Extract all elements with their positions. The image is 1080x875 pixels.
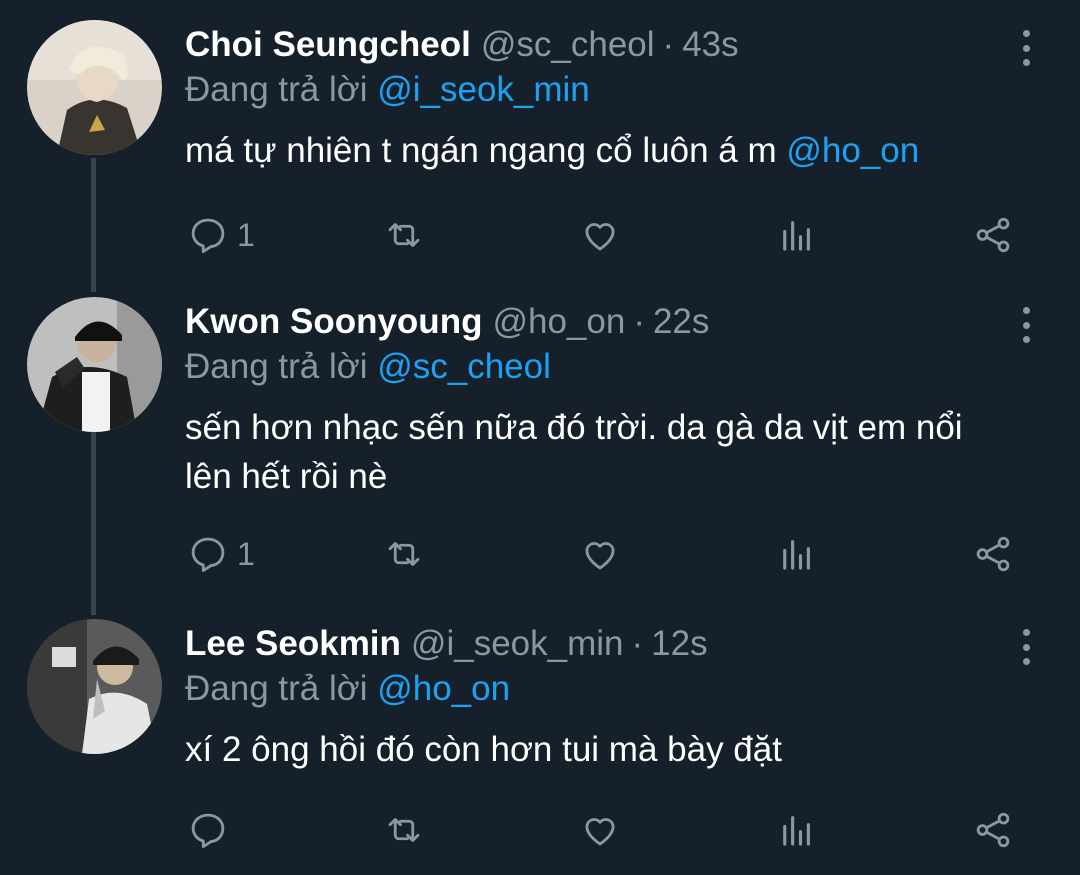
tweet-actions: 1	[0, 529, 1080, 579]
reply-icon	[191, 218, 225, 254]
reply-button[interactable]: 1	[187, 529, 255, 579]
reply-to-link[interactable]: @i_seok_min	[377, 70, 590, 109]
analytics-button[interactable]	[776, 805, 818, 855]
share-button[interactable]	[972, 210, 1014, 260]
timestamp[interactable]: 43s	[682, 20, 738, 70]
tweet[interactable]: Lee Seokmin @i_seok_min · 12s Đang trả l…	[0, 619, 1080, 859]
tweet-actions: 1	[0, 210, 1080, 260]
timestamp[interactable]: 12s	[651, 619, 707, 669]
reply-button[interactable]	[187, 805, 229, 855]
avatar[interactable]	[27, 297, 162, 432]
separator-dot: ·	[631, 624, 644, 663]
share-icon	[976, 536, 1010, 572]
reply-icon	[191, 813, 225, 849]
like-button[interactable]	[579, 529, 621, 579]
analytics-button[interactable]	[776, 210, 818, 260]
tweet-text: sến hơn nhạc sến nữa đó trời. da gà da v…	[185, 403, 1015, 501]
separator-dot: ·	[662, 25, 675, 64]
share-icon	[976, 812, 1010, 848]
share-button[interactable]	[972, 529, 1014, 579]
analytics-icon	[783, 221, 810, 251]
like-button[interactable]	[579, 805, 621, 855]
retweet-button[interactable]	[383, 805, 425, 855]
avatar[interactable]	[27, 20, 162, 155]
more-icon[interactable]	[1019, 30, 1033, 66]
retweet-icon	[388, 223, 420, 247]
tweet-header: Kwon Soonyoung @ho_on · 22s	[185, 297, 709, 347]
author-handle[interactable]: @ho_on	[492, 297, 625, 347]
reply-count: 1	[237, 535, 255, 572]
replying-to: Đang trả lời @sc_cheol	[185, 342, 551, 392]
replying-to: Đang trả lời @i_seok_min	[185, 65, 590, 115]
like-icon	[585, 542, 615, 570]
avatar-image	[27, 20, 162, 155]
reply-icon	[191, 537, 225, 573]
avatar-image	[27, 297, 162, 432]
tweet-text-content: má tự nhiên t ngán ngang cổ luôn á m	[185, 131, 777, 170]
retweet-button[interactable]	[383, 529, 425, 579]
retweet-button[interactable]	[383, 210, 425, 260]
author-handle[interactable]: @i_seok_min	[411, 619, 624, 669]
share-icon	[976, 217, 1010, 253]
timestamp[interactable]: 22s	[653, 297, 709, 347]
separator-dot: ·	[633, 302, 645, 341]
retweet-icon	[388, 818, 420, 842]
analytics-icon	[783, 540, 810, 570]
reply-button[interactable]: 1	[187, 210, 255, 260]
like-icon	[585, 818, 615, 846]
author-name[interactable]: Kwon Soonyoung	[185, 297, 482, 347]
tweet-header: Lee Seokmin @i_seok_min · 12s	[185, 619, 708, 669]
tweet[interactable]: Kwon Soonyoung @ho_on · 22s Đang trả lời…	[0, 297, 1080, 587]
replying-prefix: Đang trả lời	[185, 70, 368, 109]
more-icon[interactable]	[1019, 307, 1033, 343]
replying-prefix: Đang trả lời	[185, 347, 368, 386]
like-icon	[585, 223, 615, 251]
tweet-header: Choi Seungcheol @sc_cheol · 43s	[185, 20, 739, 70]
author-name[interactable]: Choi Seungcheol	[185, 20, 471, 70]
reply-count: 1	[237, 216, 255, 253]
analytics-icon	[783, 816, 810, 846]
retweet-icon	[388, 542, 420, 566]
tweet[interactable]: Choi Seungcheol @sc_cheol · 43s Đang trả…	[0, 20, 1080, 260]
like-button[interactable]	[579, 210, 621, 260]
tweet-text-content: xí 2 ông hồi đó còn hơn tui mà bày đặt	[185, 730, 782, 769]
tweet-text-content: sến hơn nhạc sến nữa đó trời. da gà da v…	[185, 408, 963, 496]
share-button[interactable]	[972, 805, 1014, 855]
author-name[interactable]: Lee Seokmin	[185, 619, 401, 669]
reply-to-link[interactable]: @ho_on	[377, 669, 510, 708]
replying-to: Đang trả lời @ho_on	[185, 664, 510, 714]
more-icon[interactable]	[1019, 629, 1033, 665]
mention-link[interactable]: @ho_on	[786, 131, 919, 170]
tweet-text: xí 2 ông hồi đó còn hơn tui mà bày đặt	[185, 725, 1035, 774]
analytics-button[interactable]	[776, 529, 818, 579]
avatar[interactable]	[27, 619, 162, 754]
avatar-image	[27, 619, 162, 754]
author-handle[interactable]: @sc_cheol	[481, 20, 655, 70]
tweet-text: má tự nhiên t ngán ngang cổ luôn á m @ho…	[185, 126, 1035, 175]
tweet-actions	[0, 805, 1080, 855]
replying-prefix: Đang trả lời	[185, 669, 368, 708]
reply-to-link[interactable]: @sc_cheol	[377, 347, 551, 386]
